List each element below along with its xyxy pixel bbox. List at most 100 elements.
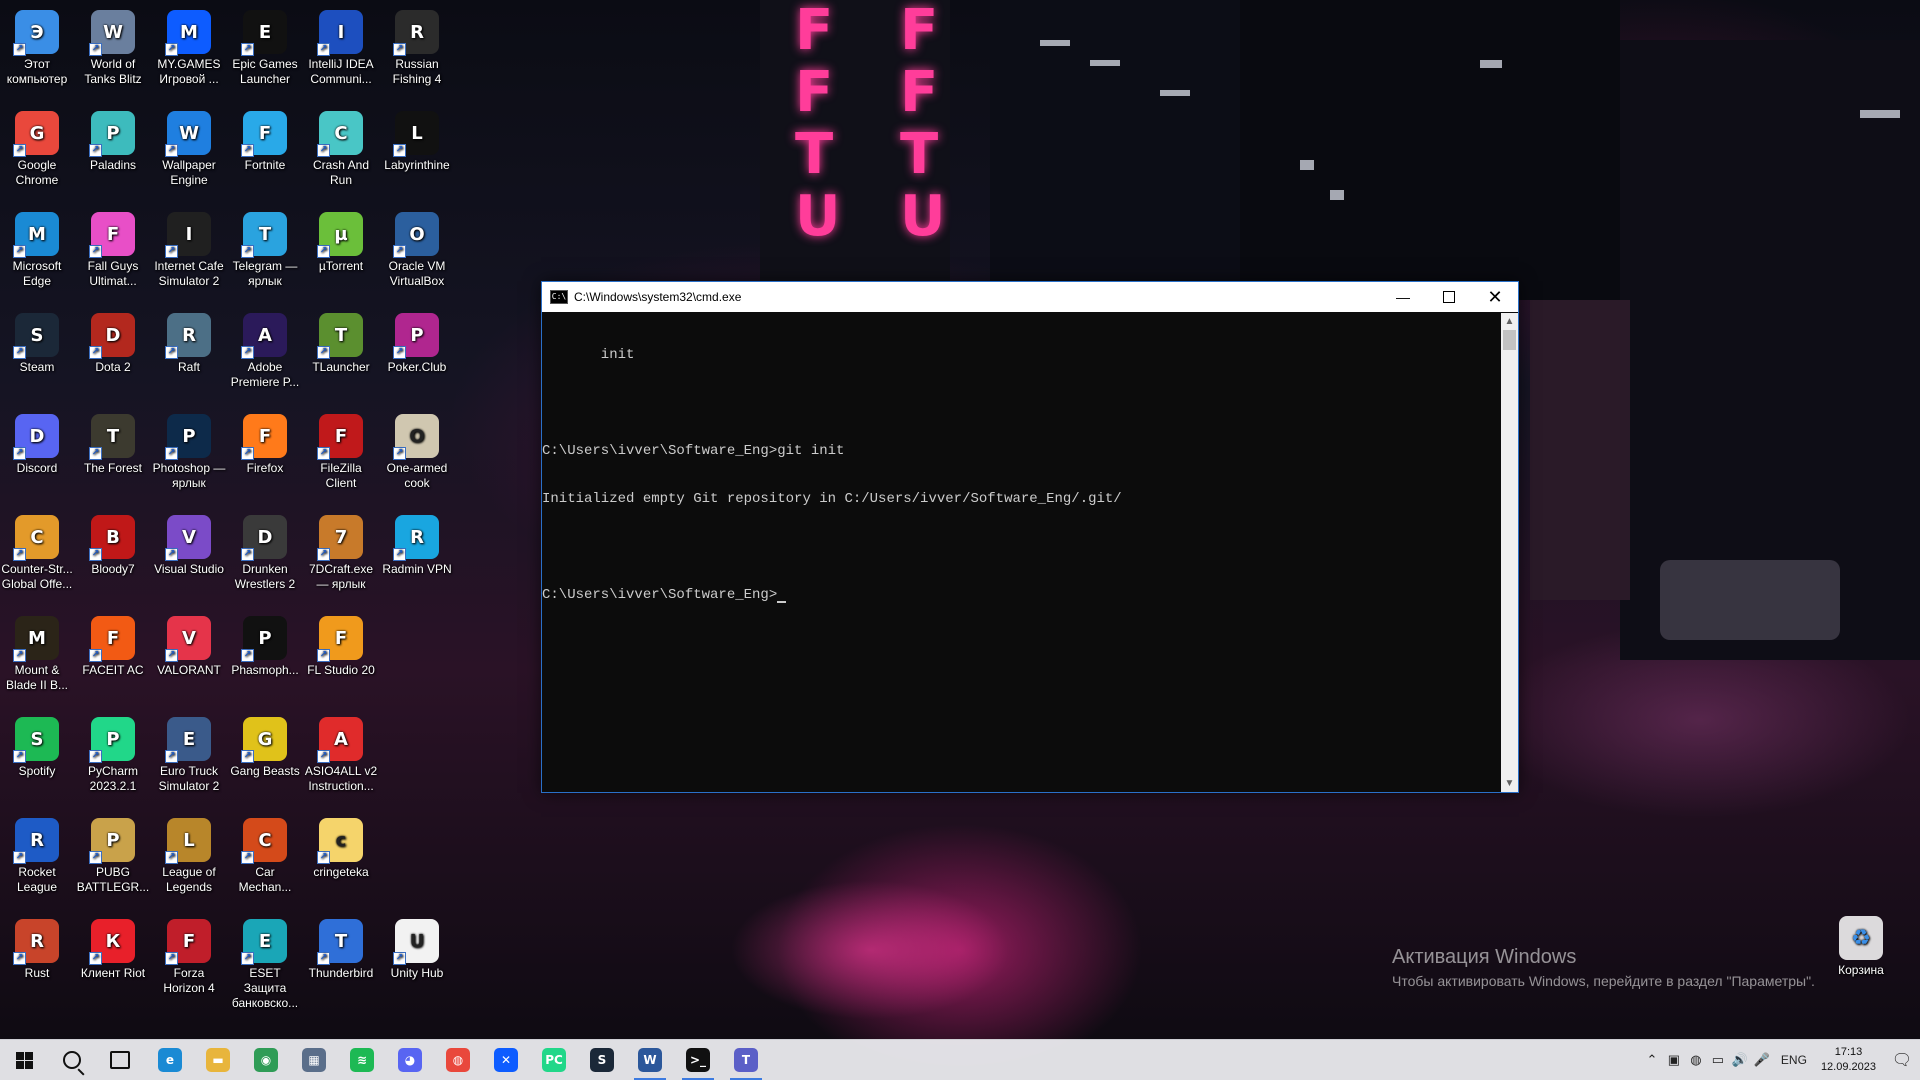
desktop-icon[interactable]: E ↗ Euro Truck Simulator 2: [152, 713, 226, 794]
desktop-icon[interactable]: L ↗ League of Legends: [152, 814, 226, 895]
desktop-icon[interactable]: P ↗ Photoshop — ярлык: [152, 410, 226, 491]
desktop-icon[interactable]: S ↗ Spotify: [0, 713, 74, 779]
desktop-icon[interactable]: F ↗ Forza Horizon 4: [152, 915, 226, 996]
desktop-icon[interactable]: T ↗ Telegram — ярлык: [228, 208, 302, 289]
scrollbar-thumb[interactable]: [1503, 330, 1516, 350]
desktop-icon[interactable]: M ↗ Microsoft Edge: [0, 208, 74, 289]
desktop-icon[interactable]: M ↗ Mount & Blade II B...: [0, 612, 74, 693]
device-icon[interactable]: ▣: [1663, 1052, 1685, 1068]
edge-icon: M ↗: [13, 212, 59, 258]
desktop-icon[interactable]: R ↗ Raft: [152, 309, 226, 375]
minimize-button[interactable]: —: [1380, 282, 1426, 312]
desktop-icon[interactable]: W ↗ World of Tanks Blitz: [76, 6, 150, 87]
cmd-console-output[interactable]: init C:\Users\ivver\Software_Eng>git ini…: [542, 313, 1501, 792]
notifications-icon[interactable]: 🗨: [1884, 1050, 1920, 1070]
desktop-icon-label: Forza Horizon 4: [163, 966, 215, 995]
cmd-titlebar[interactable]: C:\ C:\Windows\system32\cmd.exe — ✕: [542, 282, 1518, 312]
desktop-icon[interactable]: R ↗ Russian Fishing 4: [380, 6, 454, 87]
desktop-icon[interactable]: c ↗ cringeteka: [304, 814, 378, 880]
desktop-icon[interactable]: I ↗ Internet Cafe Simulator 2: [152, 208, 226, 289]
task-view-button[interactable]: [96, 1040, 144, 1080]
close-button[interactable]: ✕: [1472, 282, 1518, 312]
desktop-icon[interactable]: К ↗ Клиент Riot: [76, 915, 150, 981]
desktop-icon[interactable]: B ↗ Bloody7: [76, 511, 150, 577]
taskbar-app-my-games[interactable]: ✕: [482, 1040, 530, 1080]
desktop-icon[interactable]: F ↗ FACEIT AC: [76, 612, 150, 678]
maximize-button[interactable]: [1426, 282, 1472, 312]
firefox-icon: F ↗: [241, 414, 287, 460]
desktop-icon[interactable]: M ↗ MY.GAMES Игровой ...: [152, 6, 226, 87]
desktop-icon[interactable]: T ↗ Thunderbird: [304, 915, 378, 981]
desktop-icon[interactable]: D ↗ Discord: [0, 410, 74, 476]
desktop-icon[interactable]: A ↗ ASIO4ALL v2 Instruction...: [304, 713, 378, 794]
chevron-up-icon[interactable]: ⌃: [1641, 1052, 1663, 1068]
desktop-icon[interactable]: V ↗ Visual Studio: [152, 511, 226, 577]
taskbar-app-android-app[interactable]: ◉: [242, 1040, 290, 1080]
desktop-icon[interactable]: L ↗ Labyrinthine: [380, 107, 454, 173]
desktop-icon[interactable]: F ↗ FL Studio 20: [304, 612, 378, 678]
desktop-icon[interactable]: F ↗ Firefox: [228, 410, 302, 476]
taskbar-app-edge[interactable]: e: [146, 1040, 194, 1080]
desktop-icon[interactable]: R ↗ Rocket League: [0, 814, 74, 895]
desktop-icon[interactable]: P ↗ PUBG BATTLEGR...: [76, 814, 150, 895]
taskbar-app-discord[interactable]: ◕: [386, 1040, 434, 1080]
vertical-scrollbar[interactable]: ▲ ▼: [1501, 313, 1518, 792]
taskbar-app-teams[interactable]: T: [722, 1040, 770, 1080]
cmd-window[interactable]: C:\ C:\Windows\system32\cmd.exe — ✕ init…: [541, 281, 1519, 793]
desktop-icon[interactable]: 7 ↗ 7DCraft.exe — ярлык: [304, 511, 378, 592]
taskbar-app-pycharm[interactable]: PC: [530, 1040, 578, 1080]
desktop-icon[interactable]: C ↗ Crash And Run: [304, 107, 378, 188]
desktop-icon[interactable]: S ↗ Steam: [0, 309, 74, 375]
taskbar-app-chrome[interactable]: ◍: [434, 1040, 482, 1080]
desktop-icon[interactable]: F ↗ FileZilla Client: [304, 410, 378, 491]
desktop-icon[interactable]: P ↗ Poker.Club: [380, 309, 454, 375]
taskbar-app-file-explorer[interactable]: ▬: [194, 1040, 242, 1080]
console-prompt: C:\Users\ivver\Software_Eng>: [542, 587, 778, 603]
desktop-icon[interactable]: F ↗ Fall Guys Ultimat...: [76, 208, 150, 289]
language-indicator[interactable]: ENG: [1781, 1053, 1807, 1067]
desktop-icon[interactable]: T ↗ TLauncher: [304, 309, 378, 375]
desktop-icon[interactable]: E ↗ Epic Games Launcher: [228, 6, 302, 87]
desktop-icon[interactable]: D ↗ Dota 2: [76, 309, 150, 375]
chrome-tray-icon[interactable]: ◍: [1685, 1052, 1707, 1068]
desktop-icon[interactable]: P ↗ Phasmoph...: [228, 612, 302, 678]
desktop-icon[interactable]: O ↗ Oracle VM VirtualBox: [380, 208, 454, 289]
desktop-icon[interactable]: R ↗ Radmin VPN: [380, 511, 454, 577]
desktop-icon[interactable]: µ ↗ µTorrent: [304, 208, 378, 274]
desktop-icon[interactable]: W ↗ Wallpaper Engine: [152, 107, 226, 188]
start-button[interactable]: [0, 1040, 48, 1080]
desktop-icon[interactable]: T ↗ The Forest: [76, 410, 150, 476]
desktop-icon[interactable]: P ↗ Paladins: [76, 107, 150, 173]
desktop-icon[interactable]: G ↗ Gang Beasts: [228, 713, 302, 779]
scroll-down-arrow-icon[interactable]: ▼: [1501, 775, 1518, 792]
desktop-icon[interactable]: D ↗ Drunken Wrestlers 2: [228, 511, 302, 592]
desktop-icon[interactable]: I ↗ IntelliJ IDEA Communi...: [304, 6, 378, 87]
taskbar-app-calculator[interactable]: ▦: [290, 1040, 338, 1080]
shortcut-arrow-icon: ↗: [165, 43, 178, 56]
desktop-icon[interactable]: R ↗ Rust: [0, 915, 74, 981]
desktop-icon[interactable]: C ↗ Counter-Str... Global Offe...: [0, 511, 74, 592]
scroll-up-arrow-icon[interactable]: ▲: [1501, 313, 1518, 330]
desktop-icon[interactable]: E ↗ ESET Защита банковско...: [228, 915, 302, 1011]
network-icon[interactable]: ▭: [1707, 1052, 1729, 1068]
desktop-icon[interactable]: Э ↗ Этот компьютер: [0, 6, 74, 87]
desktop-icon[interactable]: G ↗ Google Chrome: [0, 107, 74, 188]
desktop-icon[interactable]: C ↗ Car Mechan...: [228, 814, 302, 895]
desktop-icon[interactable]: V ↗ VALORANT: [152, 612, 226, 678]
volume-icon[interactable]: 🔊: [1729, 1052, 1751, 1068]
desktop-icon-label: Russian Fishing 4: [392, 57, 442, 86]
desktop-icon-recycle-bin[interactable]: ♻ Корзина: [1824, 912, 1898, 978]
desktop-icon[interactable]: U ↗ Unity Hub: [380, 915, 454, 981]
taskbar-app-steam[interactable]: S: [578, 1040, 626, 1080]
taskbar-app-word[interactable]: W: [626, 1040, 674, 1080]
taskbar-app-cmd[interactable]: >_: [674, 1040, 722, 1080]
taskbar-app-spotify[interactable]: ≋: [338, 1040, 386, 1080]
clock[interactable]: 17:13 12.09.2023: [1821, 1045, 1876, 1075]
desktop-icon[interactable]: A ↗ Adobe Premiere P...: [228, 309, 302, 390]
microphone-icon[interactable]: 🎤: [1751, 1052, 1773, 1068]
desktop-icon[interactable]: O ↗ One-armed cook: [380, 410, 454, 491]
search-button[interactable]: [48, 1040, 96, 1080]
desktop-icon[interactable]: P ↗ PyCharm 2023.2.1: [76, 713, 150, 794]
desktop-icon[interactable]: F ↗ Fortnite: [228, 107, 302, 173]
